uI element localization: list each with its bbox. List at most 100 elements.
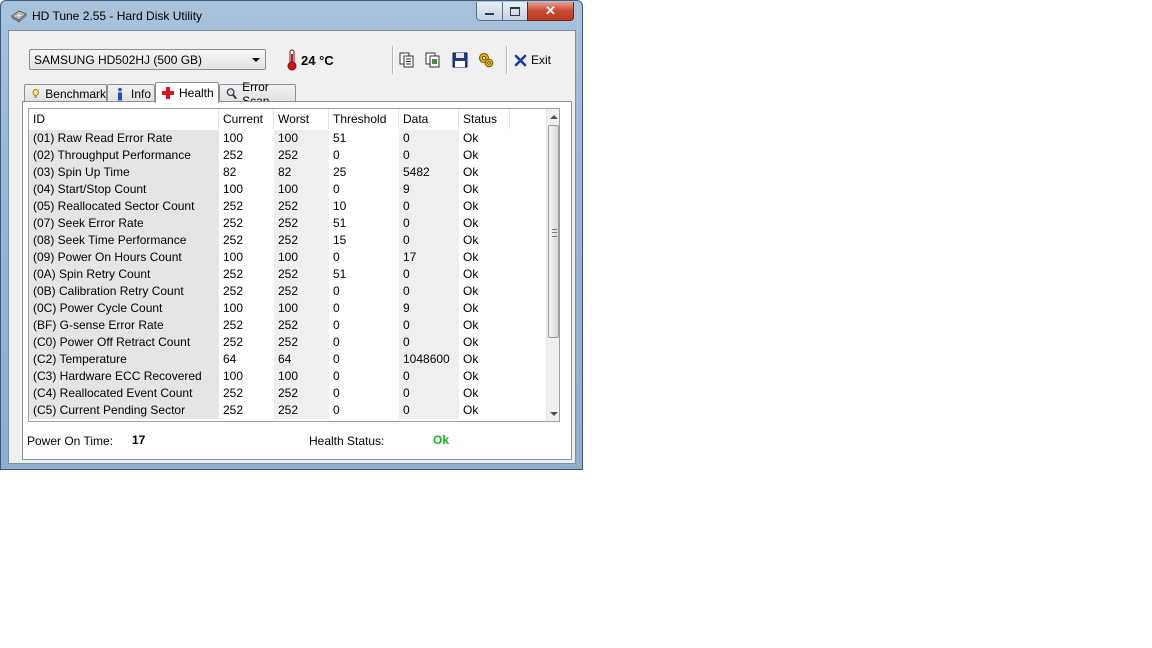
- cell-worst: 252: [274, 215, 329, 232]
- power-on-time-value: 17: [132, 433, 146, 447]
- table-row[interactable]: (04) Start/Stop Count 100 100 0 9 Ok: [29, 181, 544, 198]
- tab-benchmark[interactable]: Benchmark: [24, 84, 107, 102]
- copy-screenshot-icon[interactable]: [424, 51, 442, 69]
- table-header: ID Current Worst Threshold Data Status: [29, 109, 544, 129]
- app-window: HD Tune 2.55 - Hard Disk Utility ✕ SAMSU…: [0, 0, 583, 470]
- cell-threshold: 51: [333, 267, 347, 281]
- save-icon[interactable]: [451, 51, 469, 69]
- status-bar: Power On Time: 17 Health Status: Ok: [23, 422, 571, 459]
- cell-current: 252: [223, 403, 244, 417]
- tab-info[interactable]: Info: [107, 84, 155, 102]
- cell-data: 0: [399, 198, 459, 215]
- cell-worst: 100: [274, 300, 329, 317]
- table-row[interactable]: (08) Seek Time Performance 252 252 15 0 Ok: [29, 232, 544, 249]
- table-row[interactable]: (09) Power On Hours Count 100 100 0 17 Ok: [29, 249, 544, 266]
- tab-error-scan[interactable]: Error Scan: [219, 80, 296, 108]
- cell-status: Ok: [463, 403, 479, 417]
- cell-data: 0: [399, 130, 459, 147]
- table-row[interactable]: (03) Spin Up Time 82 82 25 5482 Ok: [29, 164, 544, 181]
- cell-id: (0C) Power Cycle Count: [29, 300, 219, 317]
- column-header-threshold[interactable]: Threshold: [329, 109, 399, 129]
- cell-data: 9: [399, 300, 459, 317]
- table-row[interactable]: (0C) Power Cycle Count 100 100 0 9 Ok: [29, 300, 544, 317]
- column-header-status[interactable]: Status: [459, 109, 510, 129]
- exit-icon: [514, 54, 527, 66]
- cell-id: (08) Seek Time Performance: [29, 232, 219, 249]
- cell-current: 252: [223, 216, 244, 230]
- health-status-value: Ok: [433, 433, 450, 447]
- temperature-value: 24 °C: [301, 53, 334, 68]
- cell-status: Ok: [463, 369, 479, 383]
- cell-threshold: 0: [333, 301, 340, 315]
- thermometer-icon: [287, 49, 297, 71]
- cell-threshold: 0: [333, 352, 340, 366]
- column-header-current[interactable]: Current: [219, 109, 274, 129]
- scroll-down-icon[interactable]: [550, 412, 558, 416]
- column-header-id[interactable]: ID: [29, 109, 219, 129]
- cell-worst: 252: [274, 266, 329, 283]
- table-row[interactable]: (07) Seek Error Rate 252 252 51 0 Ok: [29, 215, 544, 232]
- scrollbar-thumb[interactable]: [548, 125, 559, 338]
- cell-id: (C2) Temperature: [29, 351, 219, 368]
- column-header-data[interactable]: Data: [399, 109, 459, 129]
- close-button[interactable]: ✕: [527, 2, 574, 21]
- cell-id: (07) Seek Error Rate: [29, 215, 219, 232]
- cell-id: (BF) G-sense Error Rate: [29, 317, 219, 334]
- power-on-time-label: Power On Time:: [27, 434, 114, 448]
- cell-threshold: 0: [333, 335, 340, 349]
- cell-worst: 252: [274, 147, 329, 164]
- exit-button[interactable]: Exit: [514, 51, 551, 69]
- table-row[interactable]: (C2) Temperature 64 64 0 1048600 Ok: [29, 351, 544, 368]
- cell-data: 0: [399, 334, 459, 351]
- cell-data: 5482: [399, 164, 459, 181]
- vertical-scrollbar[interactable]: [546, 109, 559, 421]
- cell-current: 252: [223, 284, 244, 298]
- cell-id: (C4) Reallocated Event Count: [29, 385, 219, 402]
- table-row[interactable]: (C5) Current Pending Sector 252 252 0 0 Ok: [29, 402, 544, 419]
- cell-current: 252: [223, 386, 244, 400]
- cell-worst: 252: [274, 283, 329, 300]
- title-bar[interactable]: HD Tune 2.55 - Hard Disk Utility ✕: [1, 1, 582, 31]
- table-row[interactable]: (01) Raw Read Error Rate 100 100 51 0 Ok: [29, 130, 544, 147]
- cell-status: Ok: [463, 352, 479, 366]
- client-area: SAMSUNG HD502HJ (500 GB) 24 °C Exit Benc…: [8, 30, 576, 464]
- cell-threshold: 51: [333, 131, 347, 145]
- cell-data: 17: [399, 249, 459, 266]
- minimize-button[interactable]: [476, 2, 503, 21]
- table-row[interactable]: (C0) Power Off Retract Count 252 252 0 0 Ok: [29, 334, 544, 351]
- tab-health[interactable]: Health: [155, 82, 219, 103]
- column-header-worst[interactable]: Worst: [274, 109, 329, 129]
- copy-info-icon[interactable]: [398, 51, 416, 69]
- window-title: HD Tune 2.55 - Hard Disk Utility: [32, 9, 203, 23]
- table-row[interactable]: (02) Throughput Performance 252 252 0 0 Ok: [29, 147, 544, 164]
- maximize-button[interactable]: [502, 2, 528, 21]
- close-icon: ✕: [545, 3, 556, 18]
- drive-select[interactable]: SAMSUNG HD502HJ (500 GB): [29, 49, 266, 70]
- cell-status: Ok: [463, 216, 479, 230]
- cell-id: (0B) Calibration Retry Count: [29, 283, 219, 300]
- cell-status: Ok: [463, 148, 479, 162]
- cell-current: 100: [223, 182, 244, 196]
- table-row[interactable]: (0A) Spin Retry Count 252 252 51 0 Ok: [29, 266, 544, 283]
- cell-threshold: 0: [333, 403, 340, 417]
- cell-status: Ok: [463, 301, 479, 315]
- options-icon[interactable]: [477, 51, 495, 69]
- scroll-up-icon[interactable]: [550, 115, 558, 119]
- cell-worst: 252: [274, 317, 329, 334]
- cell-worst: 82: [274, 164, 329, 181]
- cell-status: Ok: [463, 182, 479, 196]
- minimize-icon: [485, 13, 494, 15]
- table-row[interactable]: (05) Reallocated Sector Count 252 252 10 0 Ok: [29, 198, 544, 215]
- cell-current: 252: [223, 318, 244, 332]
- table-row[interactable]: (0B) Calibration Retry Count 252 252 0 0 Ok: [29, 283, 544, 300]
- cell-data: 0: [399, 266, 459, 283]
- table-row[interactable]: (C3) Hardware ECC Recovered 100 100 0 0 Ok: [29, 368, 544, 385]
- cell-worst: 100: [274, 368, 329, 385]
- table-row[interactable]: (BF) G-sense Error Rate 252 252 0 0 Ok: [29, 317, 544, 334]
- table-row[interactable]: (C4) Reallocated Event Count 252 252 0 0 Ok: [29, 385, 544, 402]
- cell-current: 100: [223, 301, 244, 315]
- chevron-down-icon: [252, 58, 260, 62]
- cell-current: 252: [223, 233, 244, 247]
- cell-threshold: 25: [333, 165, 347, 179]
- smart-attributes-table[interactable]: ID Current Worst Threshold Data Status (…: [28, 108, 560, 422]
